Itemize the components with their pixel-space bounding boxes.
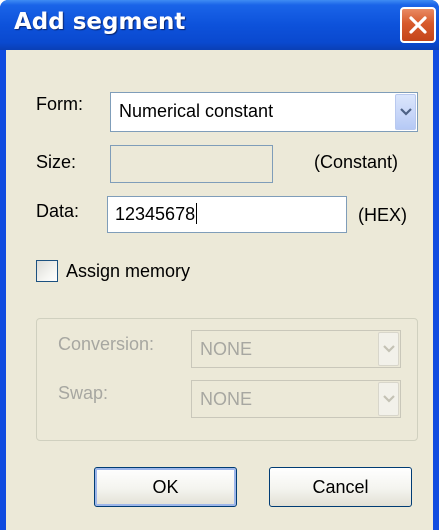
data-label: Data: (36, 201, 80, 221)
form-select-dropdown-button[interactable] (395, 94, 416, 130)
assign-memory-checkbox[interactable] (36, 260, 58, 282)
size-hint: (Constant) (314, 152, 399, 172)
dialog-window: Add segment Form: Numerical constant Siz… (0, 0, 439, 530)
chevron-down-icon (383, 395, 395, 403)
chevron-down-icon (400, 108, 412, 116)
form-label: Form: (36, 94, 83, 114)
close-icon (409, 16, 427, 34)
conversion-dropdown-button[interactable] (378, 332, 399, 366)
text-caret (196, 203, 198, 224)
data-input[interactable]: 12345678 (107, 196, 347, 233)
dialog-body: Form: Numerical constant Size: (Constant… (6, 50, 433, 530)
swap-dropdown-button[interactable] (378, 382, 399, 416)
swap-select-value: NONE (200, 389, 253, 409)
data-input-value: 12345678 (115, 204, 196, 224)
swap-label: Swap: (58, 383, 109, 403)
conversion-label: Conversion: (58, 334, 155, 354)
size-label: Size: (36, 152, 77, 172)
form-select-value: Numerical constant (119, 101, 274, 121)
data-hint: (HEX) (358, 205, 407, 225)
size-field (110, 145, 273, 183)
assign-memory-label[interactable]: Assign memory (66, 261, 190, 282)
title-bar[interactable]: Add segment (0, 0, 439, 50)
swap-select[interactable]: NONE (191, 380, 401, 418)
dialog-title: Add segment (14, 9, 186, 35)
ok-button[interactable]: OK (94, 467, 237, 507)
chevron-down-icon (383, 345, 395, 353)
conversion-select-value: NONE (200, 339, 253, 359)
form-select[interactable]: Numerical constant (110, 92, 418, 132)
cancel-button[interactable]: Cancel (269, 467, 412, 507)
conversion-select[interactable]: NONE (191, 330, 401, 368)
close-button[interactable] (400, 7, 436, 43)
